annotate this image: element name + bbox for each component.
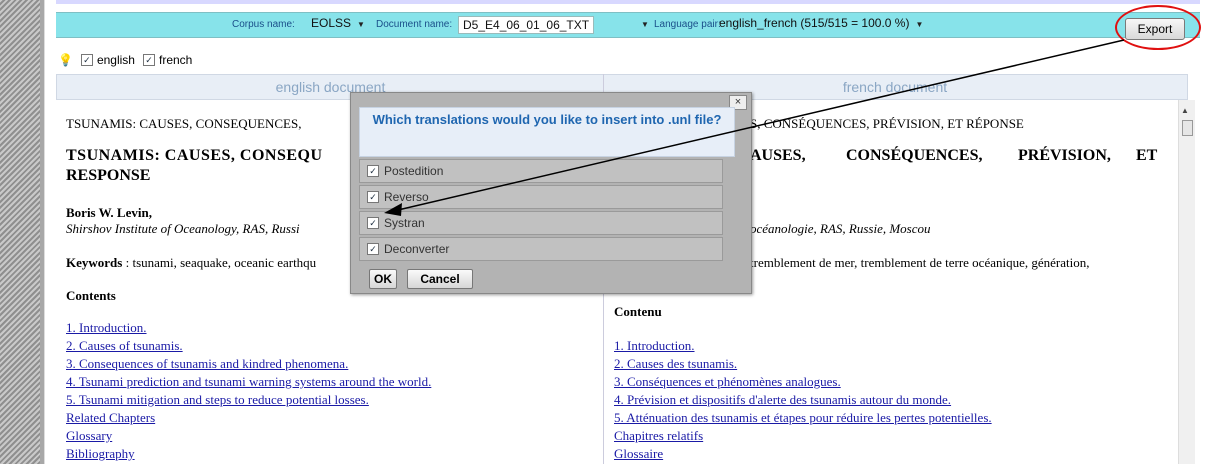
option-label: Deconverter xyxy=(384,242,450,256)
french-toc-link[interactable]: 4. Prévision et dispositifs d'alerte des… xyxy=(614,392,951,408)
language-select[interactable]: english_french (515/515 = 100.0 %) ▼ xyxy=(719,16,923,32)
english-keywords: Keywords : tsunami, seaquake, oceanic ea… xyxy=(66,255,316,271)
option-label: Systran xyxy=(384,216,425,230)
french-toc-link[interactable]: Glossaire xyxy=(614,446,663,462)
french-label: french xyxy=(158,53,193,67)
scroll-thumb[interactable] xyxy=(1182,120,1193,136)
english-toc-link[interactable]: 5. Tsunami mitigation and steps to reduc… xyxy=(66,392,369,408)
translations-dialog: × Which translations would you like to i… xyxy=(350,92,752,294)
french-heading-part-2: CONSÉQUENCES, xyxy=(846,147,983,164)
option-reverso[interactable]: ✓ Reverso xyxy=(359,185,723,209)
english-heading: TSUNAMIS: CAUSES, CONSEQU xyxy=(66,147,323,164)
french-checkbox[interactable]: ✓ xyxy=(142,54,155,66)
french-toc-link[interactable]: 2. Causes des tsunamis. xyxy=(614,356,737,372)
english-checkbox[interactable]: ✓ xyxy=(80,54,93,66)
english-label: english xyxy=(96,53,135,67)
option-checkbox[interactable]: ✓ xyxy=(367,243,379,255)
language-toggle-bar: 💡 ✓ english ✓ french xyxy=(58,53,192,67)
language-value: english_french (515/515 = 100.0 %) xyxy=(719,16,910,30)
ok-button[interactable]: OK xyxy=(369,269,397,289)
english-author: Boris W. Levin, xyxy=(66,205,152,220)
french-toc-link[interactable]: Chapitres relatifs xyxy=(614,428,703,444)
document-label: Document name: xyxy=(376,19,453,30)
lightbulb-icon[interactable]: 💡 xyxy=(58,53,73,67)
corpus-label: Corpus name: xyxy=(232,19,295,30)
english-heading-2: RESPONSE xyxy=(66,167,151,184)
french-contents-heading: Contenu xyxy=(614,304,662,319)
english-toc-link[interactable]: Bibliography xyxy=(66,446,135,462)
english-contents-heading: Contents xyxy=(66,288,116,303)
dropdown-arrow-icon: ▼ xyxy=(357,20,365,29)
dialog-title: Which translations would you like to ins… xyxy=(359,107,735,157)
option-postedition[interactable]: ✓ Postedition xyxy=(359,159,723,183)
toolbar: Corpus name: EOLSS ▼ Document name: D5_E4… xyxy=(56,12,1200,38)
english-toc-link[interactable]: 3. Consequences of tsunamis and kindred … xyxy=(66,356,348,372)
english-title-line: TSUNAMIS: CAUSES, CONSEQUENCES, xyxy=(66,116,302,131)
french-toc-link[interactable]: 1. Introduction. xyxy=(614,338,695,354)
english-toc-link[interactable]: 4. Tsunami prediction and tsunami warnin… xyxy=(66,374,431,390)
dropdown-arrow-icon: ▼ xyxy=(915,20,924,29)
corpus-value: EOLSS xyxy=(311,16,352,30)
english-toc-link[interactable]: 1. Introduction. xyxy=(66,320,147,336)
french-keywords: tremblement de mer, tremblement de terre… xyxy=(750,255,1090,270)
cancel-button[interactable]: Cancel xyxy=(407,269,473,289)
option-checkbox[interactable]: ✓ xyxy=(367,191,379,203)
option-checkbox[interactable]: ✓ xyxy=(367,165,379,177)
keywords-text: : tsunami, seaquake, oceanic earthqu xyxy=(125,255,317,270)
corpus-select[interactable]: EOLSS ▼ xyxy=(311,16,365,32)
english-affiliation: Shirshov Institute of Oceanology, RAS, R… xyxy=(66,221,300,236)
english-toc-link[interactable]: Related Chapters xyxy=(66,410,155,426)
keywords-label: Keywords xyxy=(66,255,123,270)
option-systran[interactable]: ✓ Systran xyxy=(359,211,723,235)
document-dropdown-arrow-icon[interactable]: ▼ xyxy=(641,16,649,32)
french-heading-part-1: AUSES, xyxy=(750,147,806,164)
left-stripe-decoration xyxy=(0,0,40,464)
annotation-circle xyxy=(1115,5,1201,50)
option-checkbox[interactable]: ✓ xyxy=(367,217,379,229)
document-scrollbar[interactable]: ▲ xyxy=(1178,100,1195,464)
french-heading-part-4: ET xyxy=(1136,147,1158,164)
document-select[interactable]: D5_E4_06_01_06_TXT xyxy=(458,16,594,34)
english-toc-link[interactable]: Glossary xyxy=(66,428,112,444)
left-gutter xyxy=(44,0,57,464)
scroll-up-arrow-icon[interactable]: ▲ xyxy=(1181,106,1189,115)
option-label: Reverso xyxy=(384,190,429,204)
language-label: Language pair: xyxy=(654,19,721,30)
top-accent-line xyxy=(56,0,1200,4)
french-toc-link[interactable]: 3. Conséquences et phénomènes analogues. xyxy=(614,374,841,390)
french-heading-part-3: PRÉVISION, xyxy=(1018,147,1111,164)
english-toc-link[interactable]: 2. Causes of tsunamis. xyxy=(66,338,183,354)
document-value: D5_E4_06_01_06_TXT xyxy=(463,18,590,32)
option-label: Postedition xyxy=(384,164,444,178)
option-deconverter[interactable]: ✓ Deconverter xyxy=(359,237,723,261)
french-toc-link[interactable]: 5. Atténuation des tsunamis et étapes po… xyxy=(614,410,992,426)
french-affiliation: océanologie, RAS, Russie, Moscou xyxy=(750,221,931,236)
french-title-line: S, CONSÉQUENCES, PRÉVISION, ET RÉPONSE xyxy=(750,116,1024,131)
